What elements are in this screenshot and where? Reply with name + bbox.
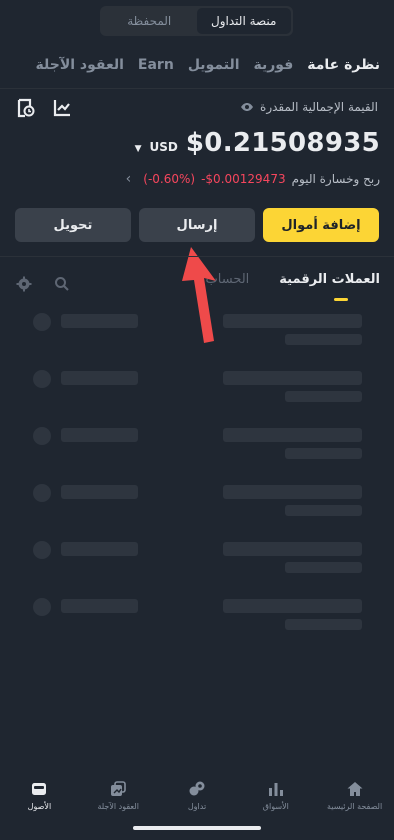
skeleton-line bbox=[61, 428, 138, 442]
active-tab-indicator bbox=[334, 298, 348, 301]
skeleton-line bbox=[61, 599, 138, 613]
skeleton-line bbox=[61, 314, 138, 328]
nav-futures-label: العقود الآجلة bbox=[97, 802, 139, 811]
currency-label[interactable]: USD bbox=[150, 140, 178, 154]
balance-amount: $0.21508935 bbox=[185, 128, 380, 158]
pnl-row: ربح وخسارة اليوم -$0.00129473 (-0.60%) ‹ bbox=[126, 170, 380, 188]
nav-trade[interactable]: تداول bbox=[158, 780, 237, 820]
skeleton-line bbox=[223, 485, 362, 499]
wallet-icon bbox=[32, 783, 47, 795]
skeleton-line bbox=[61, 371, 138, 385]
skeleton-avatar bbox=[33, 484, 51, 502]
nav-home-label: الصفحة الرئيسية bbox=[327, 802, 383, 811]
search-icon[interactable] bbox=[54, 276, 70, 292]
balance-label: القيمة الإجمالية المقدرة bbox=[260, 100, 378, 114]
skeleton-line bbox=[223, 314, 362, 328]
history-icon[interactable] bbox=[16, 98, 36, 118]
add-funds-button[interactable]: إضافة أموال bbox=[263, 208, 379, 242]
skeleton-line bbox=[285, 562, 362, 573]
nav-home[interactable]: الصفحة الرئيسية bbox=[315, 780, 394, 820]
skeleton-line bbox=[223, 542, 362, 556]
skeleton-line bbox=[285, 505, 362, 516]
wallet-tab[interactable]: المحفظة bbox=[102, 8, 197, 34]
skeleton-line bbox=[61, 542, 138, 556]
skeleton-line bbox=[285, 391, 362, 402]
nav-assets[interactable]: الأصول bbox=[0, 780, 79, 820]
skeleton-line bbox=[61, 485, 138, 499]
chevron-down-icon[interactable]: ▼ bbox=[135, 144, 142, 154]
trade-icon bbox=[189, 781, 205, 796]
eye-icon[interactable] bbox=[240, 102, 254, 112]
skeleton-avatar bbox=[33, 541, 51, 559]
futures-icon bbox=[111, 781, 127, 796]
chevron-left-icon[interactable]: ‹ bbox=[126, 171, 132, 187]
gear-icon[interactable] bbox=[16, 276, 32, 292]
divider bbox=[0, 88, 394, 89]
nav-futures[interactable]: العقود الآجلة bbox=[79, 780, 158, 820]
balance-label-row: القيمة الإجمالية المقدرة bbox=[240, 98, 378, 116]
skeleton-avatar bbox=[33, 313, 51, 331]
nav-markets[interactable]: الأسواق bbox=[236, 780, 315, 820]
chart-icon[interactable] bbox=[52, 98, 72, 118]
balance: $0.21508935 USD ▼ bbox=[135, 128, 380, 164]
home-indicator bbox=[133, 826, 261, 830]
nav-trade-label: تداول bbox=[187, 802, 207, 811]
skeleton-line bbox=[223, 599, 362, 613]
tab-earn[interactable]: Earn bbox=[138, 57, 174, 73]
wallet-tabs: نظرة عامة فورية التمويل Earn العقود الآج… bbox=[36, 54, 380, 76]
skeleton-line bbox=[285, 448, 362, 459]
tab-account[interactable]: الحساب bbox=[206, 272, 250, 287]
tab-crypto[interactable]: العملات الرقمية bbox=[279, 272, 380, 287]
bar-chart-icon bbox=[268, 783, 283, 796]
divider bbox=[0, 256, 394, 257]
home-icon bbox=[347, 782, 363, 796]
tab-funding[interactable]: التمويل bbox=[188, 57, 240, 73]
tab-spot[interactable]: فورية bbox=[254, 57, 294, 73]
skeleton-line bbox=[223, 428, 362, 442]
skeleton-line bbox=[285, 619, 362, 630]
mode-switch: منصة التداول المحفظة bbox=[100, 6, 293, 36]
pnl-percent: (-0.60%) bbox=[143, 172, 196, 186]
arrow-annotation bbox=[182, 247, 216, 343]
nav-markets-label: الأسواق bbox=[262, 802, 289, 811]
nav-assets-label: الأصول bbox=[27, 802, 52, 811]
transfer-button[interactable]: تحويل bbox=[15, 208, 131, 242]
send-button[interactable]: إرسال bbox=[139, 208, 255, 242]
asset-subtabs: العملات الرقمية الحساب bbox=[206, 272, 380, 287]
pnl-label: ربح وخسارة اليوم bbox=[291, 172, 380, 186]
skeleton-avatar bbox=[33, 370, 51, 388]
skeleton-line bbox=[223, 371, 362, 385]
skeleton-avatar bbox=[33, 427, 51, 445]
tab-overview[interactable]: نظرة عامة bbox=[307, 57, 380, 73]
bottom-nav: الصفحة الرئيسية الأسواق تداول العقود الآ… bbox=[0, 780, 394, 820]
tab-futures[interactable]: العقود الآجلة bbox=[36, 57, 124, 73]
skeleton-line bbox=[285, 334, 362, 345]
skeleton-avatar bbox=[33, 598, 51, 616]
pnl-value: -$0.00129473 bbox=[201, 172, 286, 186]
exchange-tab[interactable]: منصة التداول bbox=[196, 8, 291, 34]
